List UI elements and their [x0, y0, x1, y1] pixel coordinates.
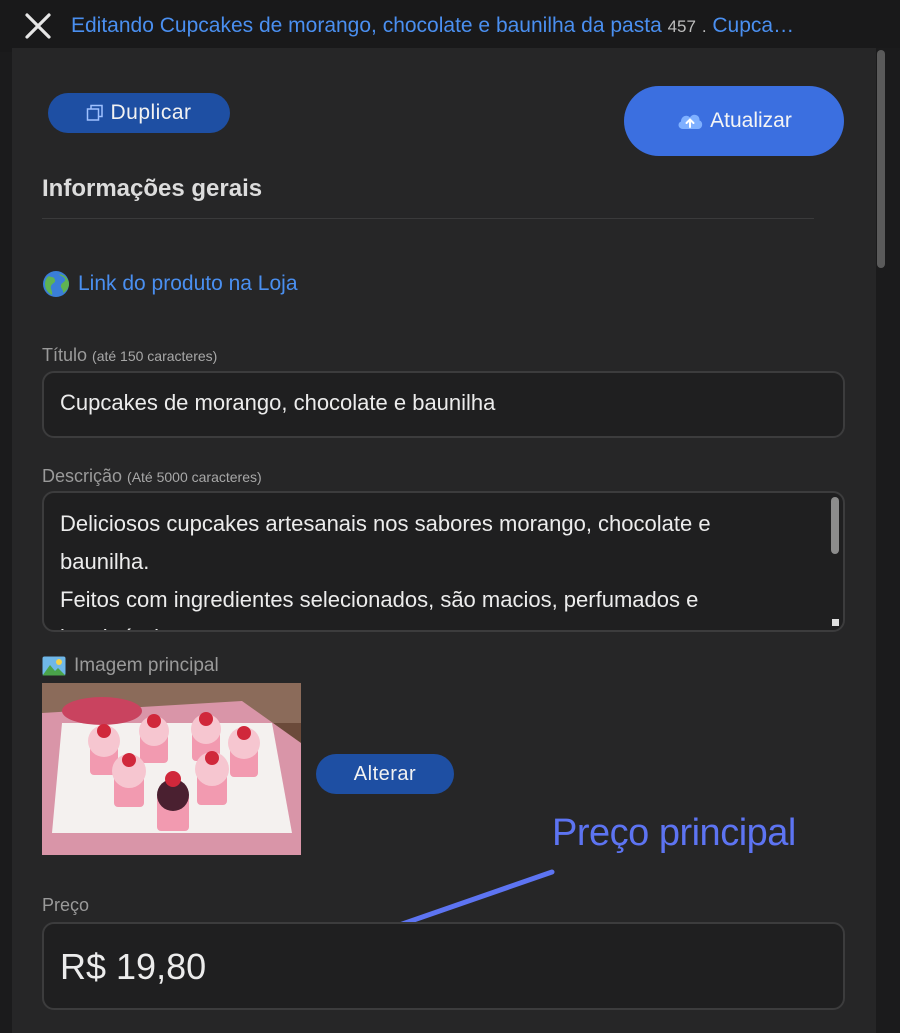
cloud-upload-icon: [678, 114, 703, 129]
close-icon[interactable]: [22, 10, 54, 42]
section-divider: [42, 218, 814, 219]
product-image: [42, 683, 301, 855]
description-label-text: Descrição: [42, 466, 123, 486]
description-textarea[interactable]: Deliciosos cupcakes artesanais nos sabor…: [42, 491, 845, 632]
description-label: Descrição (Até 5000 caracteres): [42, 466, 262, 487]
store-product-link[interactable]: Link do produto na Loja: [42, 270, 298, 298]
title-label-text: Título: [42, 345, 88, 365]
breadcrumb-folder-id: 457: [667, 17, 696, 36]
duplicate-label: Duplicar: [110, 101, 192, 124]
store-link-label: Link do produto na Loja: [78, 272, 298, 295]
duplicate-button[interactable]: Duplicar: [48, 93, 230, 133]
description-scrollbar-thumb[interactable]: [831, 497, 839, 554]
price-input[interactable]: R$ 19,80: [42, 922, 845, 1010]
globe-icon: [43, 271, 69, 297]
annotation-label: Preço principal: [552, 812, 796, 854]
section-title: Informações gerais: [42, 175, 263, 202]
update-label: Atualizar: [710, 109, 792, 132]
update-button[interactable]: Atualizar: [624, 86, 844, 156]
title-hint: (até 150 caracteres): [92, 348, 218, 364]
price-label: Preço: [42, 895, 90, 915]
title-input[interactable]: Cupcakes de morango, chocolate e baunilh…: [42, 371, 845, 438]
breadcrumb-tail-link[interactable]: Cupca…: [712, 14, 794, 37]
description-hint: (Até 5000 caracteres): [127, 469, 262, 485]
breadcrumb: Editando Cupcakes de morango, chocolate …: [71, 14, 883, 38]
image-label-text: Imagem principal: [74, 655, 219, 676]
change-image-button[interactable]: Alterar: [316, 754, 454, 794]
page-scrollbar-thumb[interactable]: [877, 50, 885, 268]
duplicate-icon: [87, 104, 104, 121]
breadcrumb-separator: .: [701, 17, 707, 36]
title-label: Título (até 150 caracteres): [42, 345, 217, 366]
breadcrumb-title-link[interactable]: Editando Cupcakes de morango, chocolate …: [71, 14, 662, 37]
top-bar: Editando Cupcakes de morango, chocolate …: [0, 0, 900, 52]
image-label: Imagem principal: [42, 655, 219, 677]
picture-icon: [42, 656, 66, 676]
resize-handle-icon[interactable]: [832, 619, 839, 626]
